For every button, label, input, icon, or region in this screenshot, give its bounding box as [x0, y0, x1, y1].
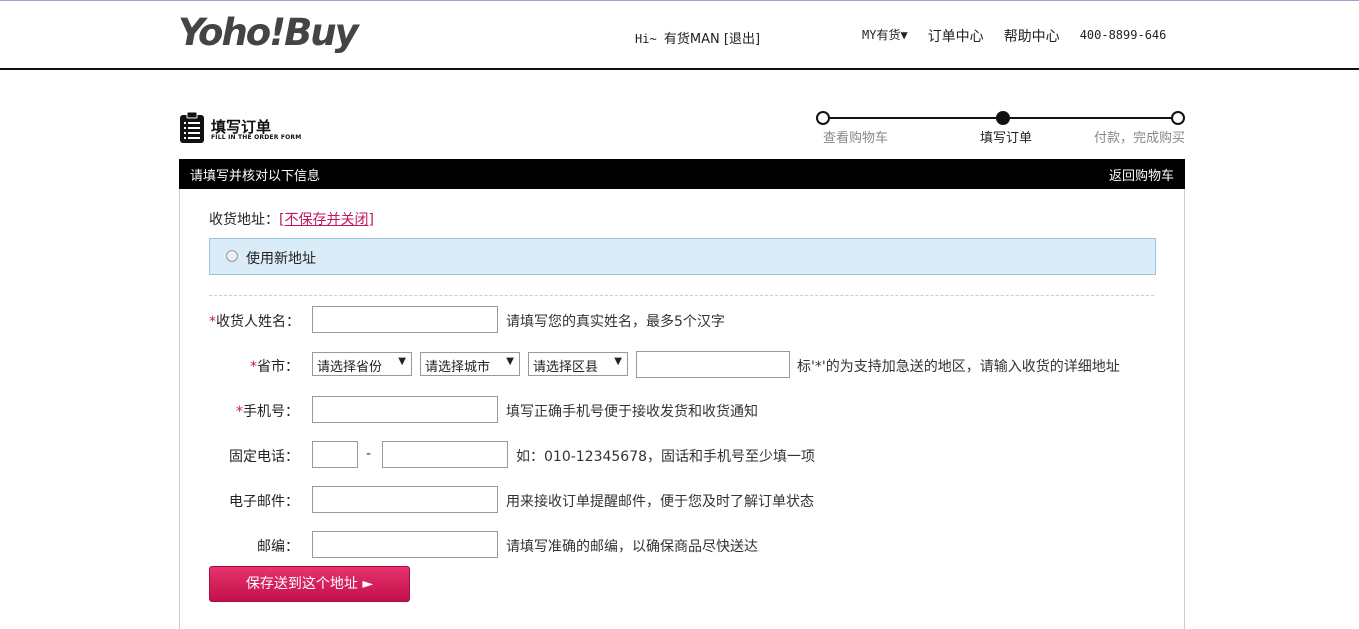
email-label: 电子邮件： — [229, 494, 299, 510]
logout-link[interactable]: [退出] — [724, 32, 760, 47]
new-address-radio[interactable] — [226, 250, 238, 262]
phone-hint: 如：010-12345678，固话和手机号至少填一项 — [516, 449, 816, 465]
service-phone: 400-8899-646 — [1079, 28, 1167, 42]
save-address-button[interactable]: 保存送到这个地址 ► — [209, 566, 410, 602]
nav-help-center[interactable]: 帮助中心 — [1004, 26, 1060, 46]
name-hint: 请填写您的真实姓名，最多5个汉字 — [506, 314, 725, 330]
nav-order-center[interactable]: 订单中心 — [928, 26, 984, 46]
clipboard-icon — [180, 112, 204, 143]
detail-address-input[interactable] — [636, 351, 790, 378]
required-mark: * — [250, 359, 257, 375]
header: Yoho!Buy Hi~ 有货MAN [退出] MY有货▼ 订单中心 帮助中心 … — [0, 1, 1359, 70]
name-label: *收货人姓名： — [209, 314, 300, 330]
info-bar: 请填写并核对以下信息 返回购物车 — [179, 159, 1185, 189]
required-mark: * — [236, 404, 243, 420]
user-greeting: Hi~ 有货MAN [退出] — [635, 28, 760, 47]
address-label-text: 收货地址： — [209, 212, 279, 228]
back-to-cart-link[interactable]: 返回购物车 — [1109, 165, 1174, 184]
top-nav: MY有货▼ 订单中心 帮助中心 400-8899-646 — [862, 26, 1166, 46]
mobile-input[interactable] — [312, 396, 498, 423]
greeting-prefix: Hi~ — [635, 32, 664, 46]
order-steps: 查看购物车 填写订单 付款，完成购买 — [816, 110, 1186, 150]
phone-number-input[interactable] — [382, 441, 508, 468]
info-bar-title: 请填写并核对以下信息 — [190, 169, 321, 184]
step-dot-cart — [816, 111, 830, 125]
new-address-label: 使用新地址 — [246, 251, 316, 267]
phone-separator: - — [366, 446, 372, 462]
mobile-hint: 填写正确手机号便于接收发货和收货通知 — [506, 404, 758, 420]
required-mark: * — [209, 314, 216, 330]
city-select[interactable]: 请选择城市 ▼ — [420, 352, 520, 376]
dropdown-arrow-icon: ▼ — [398, 356, 406, 367]
zip-label: 邮编： — [257, 539, 299, 555]
dropdown-arrow-icon: ▼ — [506, 356, 514, 367]
logo[interactable]: Yoho!Buy — [178, 11, 359, 54]
province-select[interactable]: 请选择省份 ▼ — [312, 352, 412, 376]
name-input[interactable] — [312, 306, 498, 333]
new-address-option[interactable]: 使用新地址 — [209, 238, 1156, 275]
dropdown-arrow-icon: ▼ — [614, 356, 622, 367]
phone-label: 固定电话： — [229, 449, 299, 465]
zip-input[interactable] — [312, 531, 498, 558]
step-label-fill: 填写订单 — [980, 131, 1033, 146]
mobile-label: *手机号： — [236, 404, 299, 420]
step-label-pay: 付款，完成购买 — [1094, 131, 1186, 146]
area-code-input[interactable] — [312, 441, 358, 468]
step-dot-pay — [1171, 111, 1185, 125]
district-select[interactable]: 请选择区县 ▼ — [528, 352, 628, 376]
region-hint: 标'*'的为支持加急送的地区，请输入收货的详细地址 — [797, 359, 1120, 375]
divider — [209, 295, 1154, 296]
close-address-link[interactable]: [不保存并关闭] — [279, 212, 374, 228]
username[interactable]: 有货MAN — [664, 32, 720, 47]
step-dot-fill — [996, 111, 1010, 125]
region-label: *省市： — [250, 359, 299, 375]
address-label: 收货地址：[不保存并关闭] — [209, 209, 374, 229]
zip-hint: 请填写准确的邮编，以确保商品尽快送达 — [506, 539, 758, 555]
step-label-cart: 查看购物车 — [823, 131, 889, 146]
title-en: FILL IN THE ORDER FORM — [211, 134, 302, 141]
email-hint: 用来接收订单提醒邮件，便于您及时了解订单状态 — [506, 494, 814, 510]
email-input[interactable] — [312, 486, 498, 513]
nav-my-yoho[interactable]: MY有货▼ — [862, 26, 908, 46]
